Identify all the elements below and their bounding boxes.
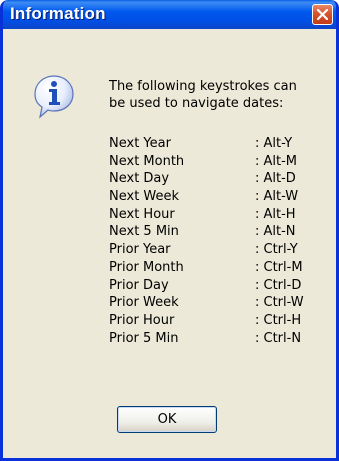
title-bar[interactable]: Information (3, 0, 336, 29)
shortcut-row: Prior Hour : Ctrl-H (109, 313, 329, 331)
shortcut-label: Prior Year (109, 242, 171, 258)
shortcut-keys: : Alt-D (255, 171, 296, 187)
ok-button[interactable]: OK (117, 406, 217, 433)
close-icon (317, 9, 328, 20)
shortcut-keys: : Ctrl-D (255, 277, 302, 293)
shortcut-keys: : Alt-N (255, 224, 296, 240)
dialog-title: Information (10, 4, 106, 23)
shortcut-keys: : Ctrl-H (255, 312, 302, 328)
shortcut-keys: : Alt-Y (255, 136, 293, 151)
shortcut-row: Next Month : Alt-M (109, 154, 329, 172)
close-button[interactable] (312, 4, 333, 25)
shortcut-keys: : Ctrl-Y (255, 242, 298, 258)
shortcut-keys: : Ctrl-M (255, 259, 303, 275)
shortcut-keys: : Alt-W (255, 189, 299, 205)
shortcut-keys: : Ctrl-W (255, 295, 304, 311)
shortcut-list: Next Year : Alt-Y Next Month : Alt-M Nex… (109, 136, 329, 348)
information-dialog: Information The following keystrokes can (0, 0, 339, 461)
shortcut-row: Next Year : Alt-Y (109, 136, 329, 154)
shortcut-label: Next Day (109, 171, 170, 187)
shortcut-row: Prior Year : Ctrl-Y (109, 242, 329, 260)
shortcut-label: Prior Week (109, 295, 179, 311)
shortcut-keys: : Alt-H (255, 206, 296, 222)
shortcut-label: Prior Month (109, 259, 184, 275)
shortcut-row: Next Week : Alt-W (109, 189, 329, 207)
shortcut-row: Prior Week : Ctrl-W (109, 295, 329, 313)
shortcut-label: Prior Hour (109, 312, 175, 328)
shortcut-label: Next Month (109, 153, 185, 169)
info-icon (34, 75, 74, 119)
shortcut-row: Next Day : Alt-D (109, 171, 329, 189)
message-line-1: The following keystrokes can (109, 79, 297, 94)
shortcut-keys: : Alt-M (255, 153, 298, 169)
shortcut-row: Prior Month : Ctrl-M (109, 260, 329, 278)
shortcut-label: Next Week (109, 189, 180, 205)
shortcut-row: Prior Day : Ctrl-D (109, 278, 329, 296)
shortcut-label: Next Year (109, 136, 171, 151)
shortcut-label: Prior Day (109, 277, 169, 293)
shortcut-keys: : Ctrl-N (255, 330, 302, 346)
shortcut-row: Prior 5 Min : Ctrl-N (109, 331, 329, 349)
dialog-body: The following keystrokes can be used to … (3, 29, 336, 458)
shortcut-label: Prior 5 Min (109, 330, 179, 346)
message-line-2: be used to navigate dates: (109, 96, 284, 111)
message-text: The following keystrokes can be used to … (109, 78, 297, 112)
shortcut-row: Next 5 Min : Alt-N (109, 224, 329, 242)
shortcut-row: Next Hour : Alt-H (109, 207, 329, 225)
shortcut-label: Next 5 Min (109, 224, 179, 240)
shortcut-label: Next Hour (109, 206, 175, 222)
